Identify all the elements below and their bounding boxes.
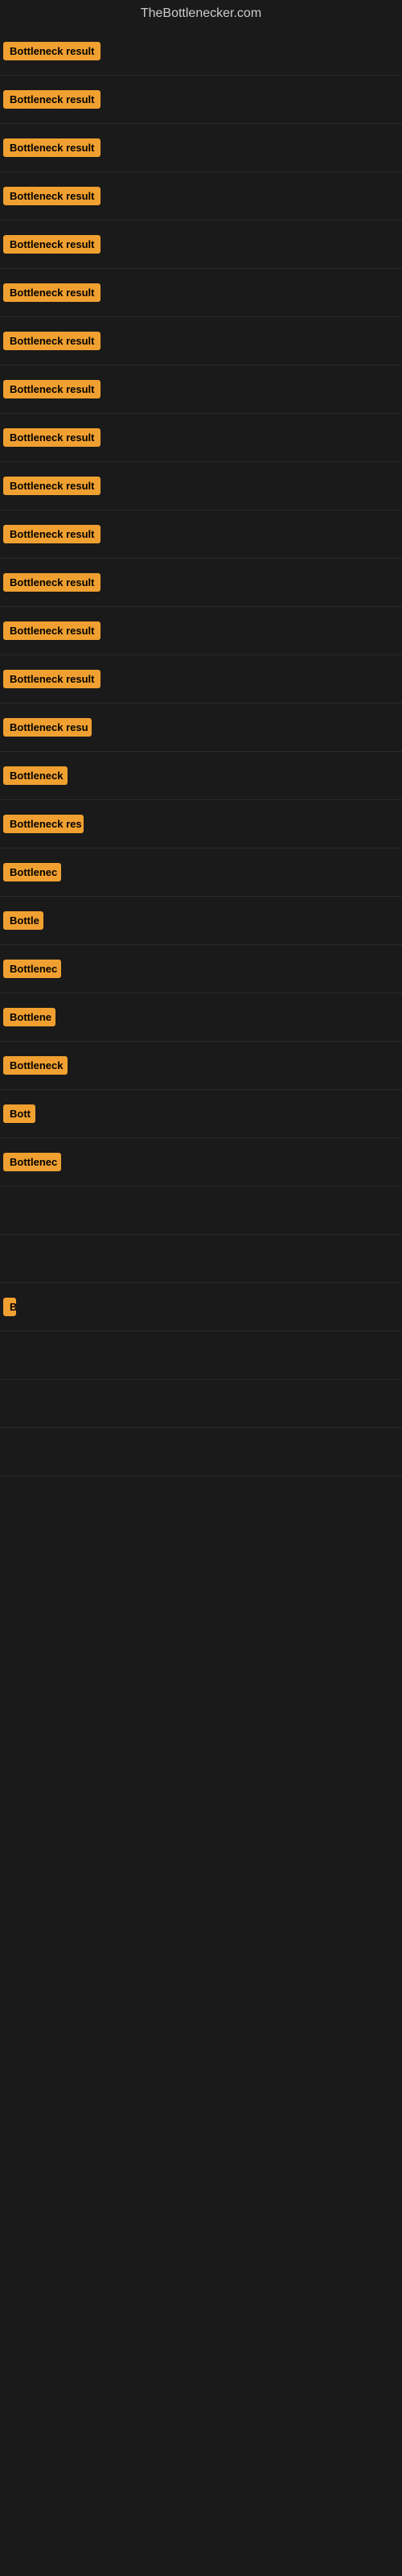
bottleneck-result-badge[interactable]: B [3, 1298, 16, 1316]
bottleneck-result-badge[interactable]: Bottleneck result [3, 477, 100, 495]
badge-row: Bottleneck result [0, 414, 402, 462]
badge-row: Bottleneck result [0, 269, 402, 317]
badge-row [0, 1380, 402, 1428]
badge-row: Bottleneck [0, 752, 402, 800]
badge-row: Bottleneck result [0, 172, 402, 221]
badge-row: Bottlenec [0, 945, 402, 993]
badge-row: Bottleneck result [0, 27, 402, 76]
badge-row: Bottleneck result [0, 221, 402, 269]
bottleneck-result-badge[interactable]: Bottlenec [3, 960, 61, 978]
site-title: TheBottlenecker.com [0, 0, 402, 27]
badge-row: Bottle [0, 897, 402, 945]
bottleneck-result-badge[interactable]: Bottlene [3, 1008, 55, 1026]
bottleneck-result-badge[interactable]: Bottleneck res [3, 815, 84, 833]
badge-row: Bottlenec [0, 848, 402, 897]
bottleneck-result-badge[interactable]: Bottlenec [3, 1153, 61, 1171]
bottleneck-result-badge[interactable]: Bottlenec [3, 863, 61, 881]
bottleneck-result-badge[interactable]: Bottleneck result [3, 525, 100, 543]
bottleneck-result-badge[interactable]: Bottleneck [3, 766, 68, 785]
badge-row: Bottleneck result [0, 124, 402, 172]
bottleneck-result-badge[interactable]: Bottleneck [3, 1056, 68, 1075]
badge-row: Bottleneck result [0, 365, 402, 414]
bottleneck-result-badge[interactable]: Bottleneck result [3, 428, 100, 447]
badge-row: B [0, 1283, 402, 1331]
badge-row: Bottleneck resu [0, 704, 402, 752]
bottleneck-result-badge[interactable]: Bottleneck result [3, 138, 100, 157]
badge-row: Bottleneck result [0, 559, 402, 607]
bottleneck-result-badge[interactable]: Bottleneck result [3, 621, 100, 640]
bottleneck-result-badge[interactable]: Bottleneck result [3, 283, 100, 302]
bottleneck-result-badge[interactable]: Bott [3, 1104, 35, 1123]
badge-row: Bottleneck result [0, 76, 402, 124]
bottleneck-result-badge[interactable]: Bottle [3, 911, 43, 930]
bottleneck-result-badge[interactable]: Bottleneck result [3, 42, 100, 60]
badge-row: Bottlene [0, 993, 402, 1042]
badge-row: Bottleneck res [0, 800, 402, 848]
badge-row: Bottleneck result [0, 510, 402, 559]
badge-row: Bott [0, 1090, 402, 1138]
bottleneck-result-badge[interactable]: Bottleneck result [3, 332, 100, 350]
badge-row: Bottleneck result [0, 317, 402, 365]
badge-row: Bottlenec [0, 1138, 402, 1187]
bottleneck-result-badge[interactable]: Bottleneck result [3, 90, 100, 109]
badge-row: Bottleneck result [0, 607, 402, 655]
badge-row [0, 1331, 402, 1380]
badge-row [0, 1187, 402, 1235]
bottleneck-result-badge[interactable]: Bottleneck result [3, 380, 100, 398]
bottleneck-result-badge[interactable]: Bottleneck result [3, 187, 100, 205]
bottleneck-result-badge[interactable]: Bottleneck result [3, 670, 100, 688]
badge-row: Bottleneck result [0, 655, 402, 704]
bottleneck-result-badge[interactable]: Bottleneck result [3, 235, 100, 254]
badge-row: Bottleneck [0, 1042, 402, 1090]
badge-row [0, 1235, 402, 1283]
bottleneck-result-badge[interactable]: Bottleneck result [3, 573, 100, 592]
badge-row [0, 1428, 402, 1476]
bottleneck-result-badge[interactable]: Bottleneck resu [3, 718, 92, 737]
badge-row: Bottleneck result [0, 462, 402, 510]
